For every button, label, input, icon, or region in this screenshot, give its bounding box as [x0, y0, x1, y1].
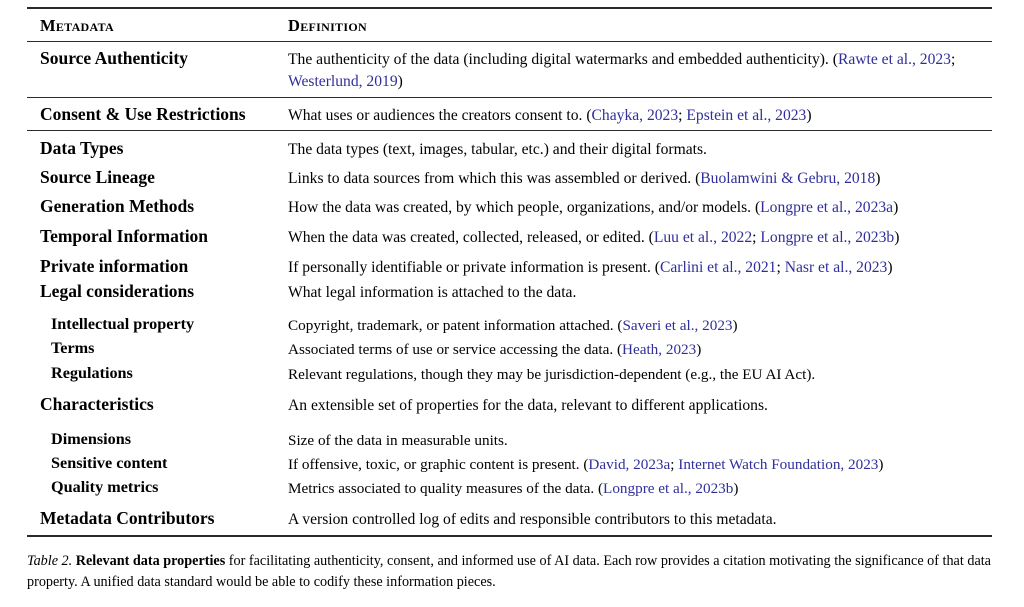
citation-link[interactable]: Epstein et al., 2023 — [686, 107, 806, 124]
definition-text: When the data was created, collected, re… — [288, 229, 654, 246]
definition-text: ) — [893, 199, 899, 216]
metadata-row-label: Consent & Use Restrictions — [40, 104, 246, 124]
metadata-row-definition: Relevant regulations, though they may be… — [288, 364, 992, 386]
metadata-row-label: Terms — [51, 339, 95, 357]
metadata-row-definition: If personally identifiable or private in… — [288, 257, 992, 279]
metadata-row-definition: If offensive, toxic, or graphic content … — [288, 454, 992, 476]
table-figure: Metadata Definition Source Authenticity T… — [0, 0, 1024, 607]
table-rule-after-consent — [27, 130, 992, 132]
definition-text: Metrics associated to quality measures o… — [288, 480, 604, 497]
definition-text: Copyright, trademark, or patent informat… — [288, 317, 623, 334]
definition-text: Links to data sources from which this wa… — [288, 170, 701, 187]
citation-link[interactable]: Nasr et al., 2023 — [785, 259, 888, 276]
column-header-metadata-label: Metadata — [40, 16, 114, 35]
metadata-row-label: Sensitive content — [51, 454, 168, 472]
metadata-row-label: Intellectual property — [51, 315, 195, 333]
definition-text: The authenticity of the data (including … — [288, 51, 838, 68]
metadata-row-definition: What legal information is attached to th… — [288, 282, 992, 304]
definition-text: If personally identifiable or private in… — [288, 259, 660, 276]
citation-link[interactable]: Chayka, 2023 — [592, 107, 679, 124]
metadata-row-label: Source Lineage — [40, 167, 155, 187]
table-rule-under-header — [27, 41, 992, 43]
metadata-row-label: Generation Methods — [40, 196, 195, 216]
citation-link[interactable]: Rawte et al., 2023 — [838, 51, 951, 68]
definition-text: ) — [397, 72, 403, 90]
citation-link[interactable]: Heath, 2023 — [622, 341, 696, 358]
table-rule-top — [27, 7, 992, 10]
caption-lead: Relevant data properties — [75, 553, 226, 569]
metadata-row-definition: A version controlled log of edits and re… — [288, 509, 992, 531]
column-header-definition-label: Definition — [288, 16, 367, 35]
metadata-row-label: Temporal Information — [40, 226, 209, 246]
citation-link[interactable]: Internet Watch Foundation, 2023 — [678, 456, 878, 473]
definition-text: How the data was created, by which peopl… — [288, 199, 761, 216]
metadata-row-definition: How the data was created, by which peopl… — [288, 197, 992, 219]
metadata-row-definition: What uses or audiences the creators cons… — [288, 105, 992, 127]
definition-text: ) — [696, 341, 702, 358]
citation-link[interactable]: Longpre et al., 2023b — [603, 480, 733, 497]
metadata-row-definition: Associated terms of use or service acces… — [288, 339, 992, 361]
metadata-row-definition: An extensible set of properties for the … — [288, 395, 992, 417]
definition-text: An extensible set of properties for the … — [288, 397, 768, 414]
table-caption: Table 2. Relevant data properties for fa… — [27, 551, 994, 593]
metadata-row-label: Source Authenticity — [40, 48, 188, 68]
definition-text: ; — [776, 259, 785, 276]
metadata-row-label: Regulations — [51, 364, 133, 382]
column-header-metadata: Metadata — [40, 16, 284, 40]
metadata-row-label: Private information — [40, 256, 189, 276]
definition-text: If offensive, toxic, or graphic content … — [288, 456, 589, 473]
citation-link[interactable]: Longpre et al., 2023b — [760, 229, 894, 246]
metadata-row-definition: Size of the data in measurable units. — [288, 430, 992, 452]
column-header-definition: Definition — [288, 16, 992, 40]
definition-text: Associated terms of use or service acces… — [288, 341, 622, 358]
metadata-row-definition: The data types (text, images, tabular, e… — [288, 139, 992, 161]
citation-link[interactable]: Buolamwini & Gebru, 2018 — [700, 170, 875, 187]
metadata-row-label: Legal considerations — [40, 281, 195, 301]
definition-text: ) — [894, 229, 900, 246]
definition-text: ; — [950, 51, 956, 68]
definition-text: ) — [732, 317, 738, 334]
table-rule-bottom — [27, 535, 992, 538]
definition-text: The data types (text, images, tabular, e… — [288, 141, 707, 158]
table-rule-after-source-authenticity — [27, 97, 992, 99]
definition-text: ) — [887, 259, 893, 276]
metadata-row-label: Data Types — [40, 138, 124, 158]
definition-text: A version controlled log of edits and re… — [288, 511, 777, 528]
definition-text: ) — [733, 480, 739, 497]
definition-text: ) — [875, 170, 881, 187]
citation-link[interactable]: Saveri et al., 2023 — [622, 317, 732, 334]
citation-link[interactable]: Luu et al., 2022 — [654, 229, 752, 246]
citation-link[interactable]: David, 2023a — [588, 456, 670, 473]
citation-link[interactable]: Longpre et al., 2023a — [760, 199, 893, 216]
caption-number: Table 2. — [27, 553, 73, 569]
definition-text: Relevant regulations, though they may be… — [288, 366, 816, 383]
citation-link[interactable]: Carlini et al., 2021 — [660, 259, 777, 276]
definition-text: Size of the data in measurable units. — [288, 432, 508, 449]
metadata-row-label: Metadata Contributors — [40, 508, 215, 528]
metadata-row-definition: Links to data sources from which this wa… — [288, 168, 992, 190]
definition-text: What legal information is attached to th… — [288, 284, 577, 301]
definition-text: What uses or audiences the creators cons… — [288, 107, 592, 124]
metadata-row-label: Quality metrics — [51, 478, 159, 496]
metadata-row-label: Dimensions — [51, 430, 132, 448]
definition-text: ) — [806, 107, 812, 124]
metadata-row-definition: Copyright, trademark, or patent informat… — [288, 315, 992, 337]
citation-link[interactable]: Westerlund, 2019 — [288, 73, 398, 90]
metadata-row-label: Characteristics — [40, 394, 154, 414]
metadata-row-definition: Metrics associated to quality measures o… — [288, 478, 992, 500]
definition-text: ) — [878, 456, 884, 473]
metadata-row-definition: The authenticity of the data (including … — [288, 49, 992, 92]
metadata-row-definition: When the data was created, collected, re… — [288, 227, 992, 249]
